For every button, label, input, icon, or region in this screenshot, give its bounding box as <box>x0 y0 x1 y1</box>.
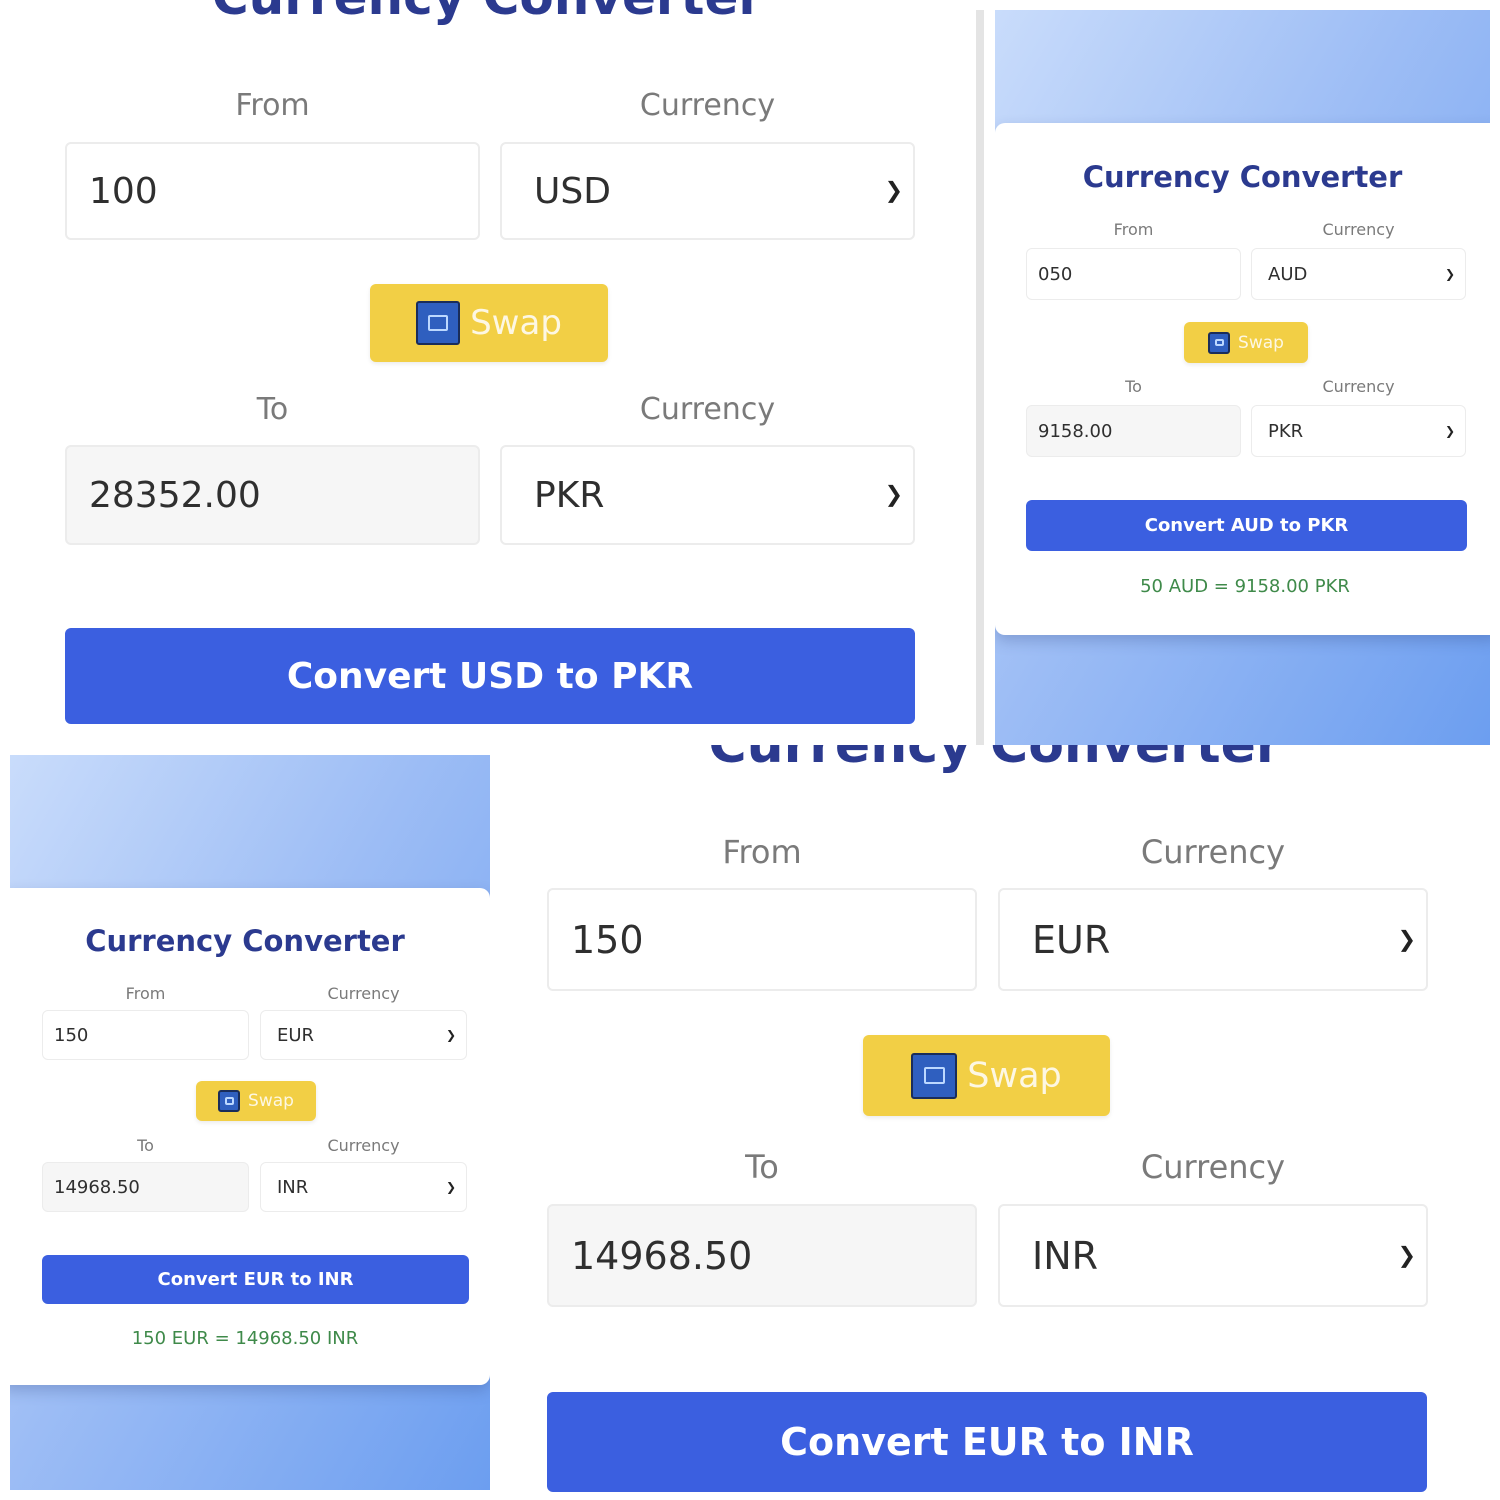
swap-button[interactable]: Swap <box>196 1081 316 1121</box>
swap-icon <box>416 301 461 345</box>
panel-eur-inr: Currency Converter From Currency 150 EUR… <box>10 755 490 1490</box>
chevron-down-icon: ❯ <box>1444 267 1455 281</box>
swap-icon <box>911 1052 958 1099</box>
swap-label: Swap <box>248 1091 294 1111</box>
convert-button[interactable]: Convert EUR to INR <box>547 1392 1427 1492</box>
panel-usd-pkr-zoomed: Currency Converter From Currency 100 USD… <box>0 0 975 745</box>
amount-input[interactable]: 150 <box>42 1010 249 1060</box>
from-currency-select[interactable]: AUD ❯ <box>1251 248 1466 300</box>
from-currency-label: Currency <box>1140 833 1286 871</box>
page-title: Currency Converter <box>708 745 1282 775</box>
swap-icon <box>1208 331 1231 354</box>
amount-input[interactable]: 150 <box>547 888 977 991</box>
swap-button[interactable]: Swap <box>863 1035 1110 1116</box>
chevron-down-icon: ❯ <box>884 482 903 508</box>
to-currency-select[interactable]: INR ❯ <box>260 1162 467 1212</box>
amount-value: 150 <box>571 917 644 962</box>
from-label: From <box>125 984 166 1003</box>
convert-button[interactable]: Convert AUD to PKR <box>1026 500 1467 551</box>
converted-amount-field: 14968.50 <box>547 1204 977 1307</box>
converted-amount-value: 28352.00 <box>89 474 261 516</box>
converted-amount-value: 9158.00 <box>1038 420 1113 442</box>
to-label: To <box>745 1148 779 1186</box>
convert-button[interactable]: Convert EUR to INR <box>42 1255 469 1304</box>
swap-icon <box>218 1090 241 1112</box>
from-currency-value: EUR <box>1032 917 1111 962</box>
chevron-down-icon: ❯ <box>445 1180 456 1194</box>
from-label: From <box>1113 220 1154 239</box>
from-currency-value: AUD <box>1268 263 1308 285</box>
to-currency-value: PKR <box>1268 420 1304 442</box>
to-label: To <box>137 1136 154 1155</box>
converted-amount-field: 9158.00 <box>1026 405 1241 457</box>
amount-value: 100 <box>89 170 158 212</box>
to-currency-select[interactable]: PKR ❯ <box>500 445 915 545</box>
converted-amount-field: 28352.00 <box>65 445 480 545</box>
chevron-down-icon: ❯ <box>445 1028 456 1042</box>
amount-value: 150 <box>54 1024 89 1046</box>
to-currency-label: Currency <box>1140 1148 1286 1186</box>
page-title: Currency Converter <box>85 924 405 958</box>
to-currency-label: Currency <box>327 1136 400 1155</box>
from-currency-select[interactable]: EUR ❯ <box>998 888 1428 991</box>
from-currency-value: USD <box>534 170 611 212</box>
from-label: From <box>235 88 310 123</box>
to-currency-value: INR <box>277 1176 309 1198</box>
to-label: To <box>1125 377 1142 396</box>
to-currency-select[interactable]: PKR ❯ <box>1251 405 1466 457</box>
converted-amount-value: 14968.50 <box>571 1233 753 1278</box>
to-currency-label: Currency <box>1322 377 1395 396</box>
converter-card: Currency Converter From Currency 050 AUD… <box>995 123 1490 635</box>
chevron-down-icon: ❯ <box>1397 927 1416 952</box>
result-text: 50 AUD = 9158.00 PKR <box>1140 576 1350 597</box>
swap-button[interactable]: Swap <box>370 284 608 362</box>
to-currency-label: Currency <box>639 392 776 427</box>
divider <box>976 10 984 745</box>
amount-input[interactable]: 050 <box>1026 248 1241 300</box>
panel-eur-inr-zoomed: Currency Converter From Currency 150 EUR… <box>490 745 1500 1500</box>
page-title: Currency Converter <box>0 0 975 26</box>
converter-card: Currency Converter From Currency 150 EUR… <box>10 888 490 1385</box>
from-currency-label: Currency <box>639 88 776 123</box>
chevron-down-icon: ❯ <box>1444 424 1455 438</box>
chevron-down-icon: ❯ <box>884 178 903 204</box>
swap-label: Swap <box>470 303 562 343</box>
from-currency-label: Currency <box>1322 220 1395 239</box>
swap-label: Swap <box>967 1055 1062 1096</box>
from-currency-value: EUR <box>277 1024 315 1046</box>
to-currency-select[interactable]: INR ❯ <box>998 1204 1428 1307</box>
to-label: To <box>256 392 289 427</box>
to-currency-value: PKR <box>534 474 605 516</box>
chevron-down-icon: ❯ <box>1397 1243 1416 1268</box>
amount-input[interactable]: 100 <box>65 142 480 240</box>
to-currency-value: INR <box>1032 1233 1099 1278</box>
amount-value: 050 <box>1038 263 1073 285</box>
from-currency-select[interactable]: USD ❯ <box>500 142 915 240</box>
result-text: 150 EUR = 14968.50 INR <box>131 1328 359 1349</box>
swap-button[interactable]: Swap <box>1184 322 1308 363</box>
from-currency-select[interactable]: EUR ❯ <box>260 1010 467 1060</box>
converted-amount-field: 14968.50 <box>42 1162 249 1212</box>
from-label: From <box>722 833 802 871</box>
from-currency-label: Currency <box>327 984 400 1003</box>
swap-label: Swap <box>1238 332 1284 353</box>
converted-amount-value: 14968.50 <box>54 1176 140 1198</box>
convert-button[interactable]: Convert USD to PKR <box>65 628 915 724</box>
page-title: Currency Converter <box>1082 160 1403 194</box>
panel-aud-pkr: Currency Converter From Currency 050 AUD… <box>995 10 1490 745</box>
